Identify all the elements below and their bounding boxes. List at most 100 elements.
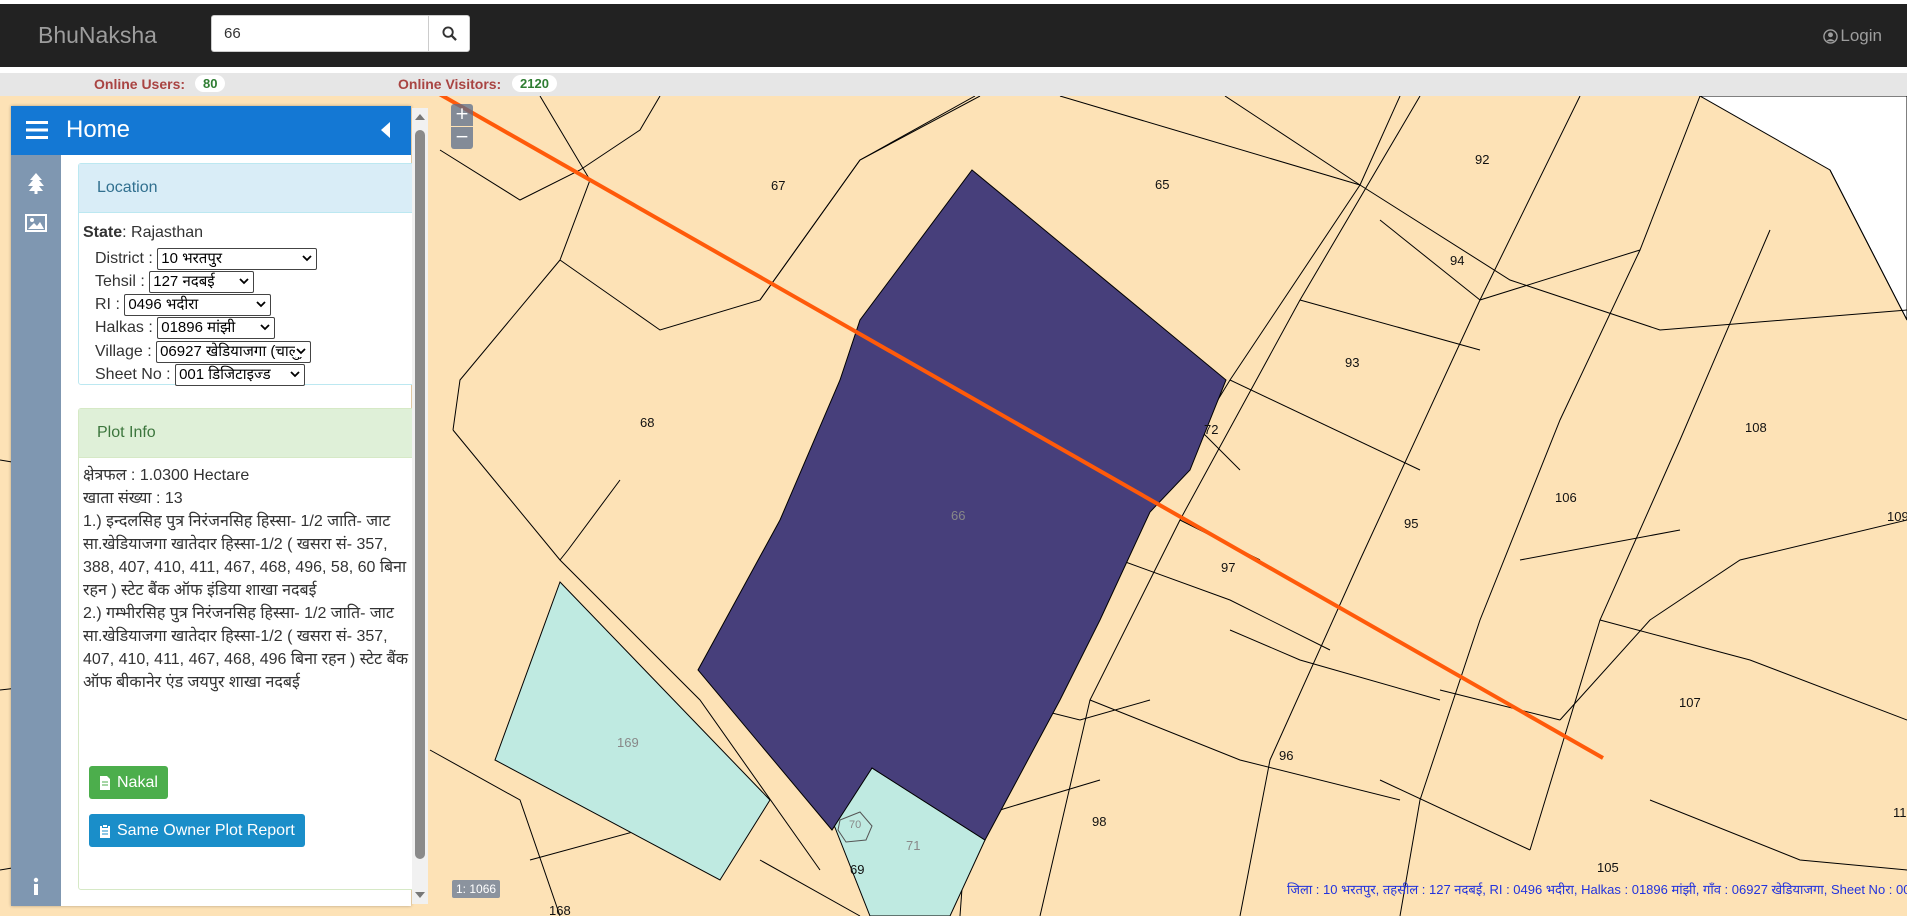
scroll-thumb[interactable] bbox=[415, 130, 425, 859]
plot-label[interactable]: 68 bbox=[640, 415, 654, 430]
chevron-down-icon bbox=[256, 301, 266, 308]
online-users-count: 80 bbox=[195, 75, 226, 92]
village-select[interactable]: 06927 खेडियाजगा (चालु) bbox=[156, 341, 312, 363]
plot-label[interactable]: 169 bbox=[617, 735, 639, 750]
plot-label[interactable]: 168 bbox=[549, 903, 571, 916]
district-value: 10 भरतपुर bbox=[161, 250, 222, 267]
top-navbar: BhuNaksha Login bbox=[0, 4, 1907, 67]
scroll-down-icon[interactable] bbox=[412, 888, 428, 902]
same-owner-report-button[interactable]: Same Owner Plot Report bbox=[89, 814, 305, 847]
online-visitors-label: Online Visitors: bbox=[398, 76, 502, 92]
location-header: Location bbox=[79, 164, 420, 213]
plot-label[interactable]: 92 bbox=[1475, 152, 1489, 167]
online-status-bar: Online Users: 80 Online Visitors: 2120 bbox=[0, 73, 1907, 96]
district-label: District : bbox=[95, 250, 153, 268]
plot-owner-1: 1.) इन्दलसिह पुत्र निरंजनसिह हिस्सा- 1/2… bbox=[83, 513, 407, 599]
nakal-label: Nakal bbox=[117, 774, 158, 791]
ri-select[interactable]: 0496 भदीरा bbox=[124, 294, 272, 316]
nakal-button[interactable]: Nakal bbox=[89, 766, 168, 799]
zoom-out-button[interactable]: − bbox=[451, 127, 473, 149]
village-value: 06927 खेडियाजगा (चालु) bbox=[160, 343, 304, 360]
sheet-select[interactable]: 001 डिजिटाइज्ड bbox=[175, 364, 306, 386]
user-icon bbox=[1823, 28, 1839, 44]
plot-label-selected[interactable]: 66 bbox=[951, 508, 965, 523]
online-visitors-count: 2120 bbox=[512, 75, 557, 92]
online-users-label: Online Users: bbox=[94, 76, 186, 92]
ri-value: 0496 भदीरा bbox=[128, 296, 199, 313]
plot-label[interactable]: 107 bbox=[1679, 695, 1701, 710]
image-icon[interactable] bbox=[24, 211, 48, 235]
plot-area: क्षेत्रफल : 1.0300 Hectare bbox=[83, 467, 250, 484]
clipboard-icon bbox=[100, 823, 110, 838]
login-label: Login bbox=[1840, 26, 1882, 45]
sheet-label: Sheet No : bbox=[95, 366, 171, 384]
same-owner-report-label: Same Owner Plot Report bbox=[117, 822, 295, 839]
plot-label[interactable]: 96 bbox=[1279, 748, 1293, 763]
plot-label[interactable]: 105 bbox=[1597, 860, 1619, 875]
village-label: Village : bbox=[95, 343, 152, 361]
scroll-up-icon[interactable] bbox=[412, 110, 428, 124]
brand-logo[interactable]: BhuNaksha bbox=[38, 22, 157, 49]
plot-label[interactable]: 106 bbox=[1555, 490, 1577, 505]
plot-label[interactable]: 65 bbox=[1155, 177, 1169, 192]
chevron-down-icon bbox=[289, 368, 302, 380]
tehsil-label: Tehsil : bbox=[95, 273, 145, 291]
panel-content: Location State: Rajasthan District : 10 … bbox=[67, 155, 420, 903]
location-footer: जिला : 10 भरतपुर, तहसील : 127 नदबई, RI :… bbox=[1287, 882, 1907, 897]
ri-row: RI : 0496 भदीरा bbox=[95, 294, 272, 316]
plot-label[interactable]: 70 bbox=[849, 819, 861, 831]
state-label: State bbox=[83, 224, 123, 241]
sheet-value: 001 डिजिटाइज्ड bbox=[179, 366, 271, 383]
plot-owner-2: 2.) गम्भीरसिह पुत्र निरंजनसिह हिस्सा- 1/… bbox=[83, 605, 408, 691]
plot-label[interactable]: 97 bbox=[1221, 560, 1235, 575]
panel-title: Home bbox=[66, 116, 131, 143]
search-input[interactable] bbox=[211, 15, 429, 52]
halkas-select[interactable]: 01896 मांझी bbox=[157, 317, 276, 339]
search-icon bbox=[441, 26, 457, 41]
scale-indicator: 1: 1066 bbox=[452, 880, 501, 898]
side-panel: Home Location State: Rajasthan District … bbox=[11, 106, 420, 906]
plot-label[interactable]: 109 bbox=[1887, 509, 1907, 524]
menu-icon[interactable] bbox=[26, 120, 48, 140]
chevron-down-icon bbox=[295, 345, 308, 357]
panel-scrollbar[interactable] bbox=[412, 108, 428, 904]
halkas-label: Halkas : bbox=[95, 319, 153, 337]
plot-label[interactable]: 98 bbox=[1092, 814, 1106, 829]
district-select[interactable]: 10 भरतपुर bbox=[157, 248, 318, 270]
tree-icon[interactable] bbox=[24, 171, 48, 195]
state-value: : Rajasthan bbox=[122, 224, 204, 241]
search-button[interactable] bbox=[428, 15, 470, 52]
sheet-row: Sheet No : 001 डिजिटाइज्ड bbox=[95, 364, 306, 386]
plot-label[interactable]: 108 bbox=[1745, 420, 1767, 435]
plot-label[interactable]: 95 bbox=[1404, 516, 1418, 531]
plot-label[interactable]: 72 bbox=[1204, 422, 1218, 437]
plot-label[interactable]: 94 bbox=[1450, 253, 1464, 268]
collapse-panel-icon[interactable] bbox=[381, 122, 391, 138]
plot-label[interactable]: 69 bbox=[850, 862, 864, 877]
tehsil-select[interactable]: 127 नदबई bbox=[149, 271, 255, 293]
state-row: State: Rajasthan bbox=[83, 224, 203, 242]
ri-label: RI : bbox=[95, 296, 120, 314]
tehsil-row: Tehsil : 127 नदबई bbox=[95, 271, 255, 293]
plot-label[interactable]: 11 bbox=[1893, 805, 1907, 820]
district-row: District : 10 भरतपुर bbox=[95, 248, 318, 270]
info-icon[interactable] bbox=[24, 875, 48, 899]
chevron-down-icon bbox=[302, 255, 312, 262]
zoom-in-button[interactable]: + bbox=[451, 104, 473, 126]
panel-header: Home bbox=[11, 106, 411, 155]
plot-label[interactable]: 93 bbox=[1345, 355, 1359, 370]
chevron-down-icon bbox=[260, 324, 270, 331]
tehsil-value: 127 नदबई bbox=[153, 273, 215, 290]
chevron-down-icon bbox=[239, 278, 249, 285]
document-icon bbox=[100, 775, 110, 790]
panel-side-strip bbox=[11, 155, 61, 906]
plot-label[interactable]: 71 bbox=[906, 838, 920, 853]
halkas-value: 01896 मांझी bbox=[161, 319, 236, 336]
plot-khata: खाता संख्या : 13 bbox=[83, 490, 183, 507]
plot-info-header: Plot Info bbox=[79, 409, 420, 458]
halkas-row: Halkas : 01896 मांझी bbox=[95, 317, 276, 339]
plot-info-card: Plot Info क्षेत्रफल : 1.0300 Hectare खात… bbox=[78, 408, 420, 890]
login-link[interactable]: Login bbox=[1823, 26, 1882, 46]
plot-info-text: क्षेत्रफल : 1.0300 Hectare खाता संख्या :… bbox=[83, 464, 416, 694]
plot-label[interactable]: 67 bbox=[771, 178, 785, 193]
